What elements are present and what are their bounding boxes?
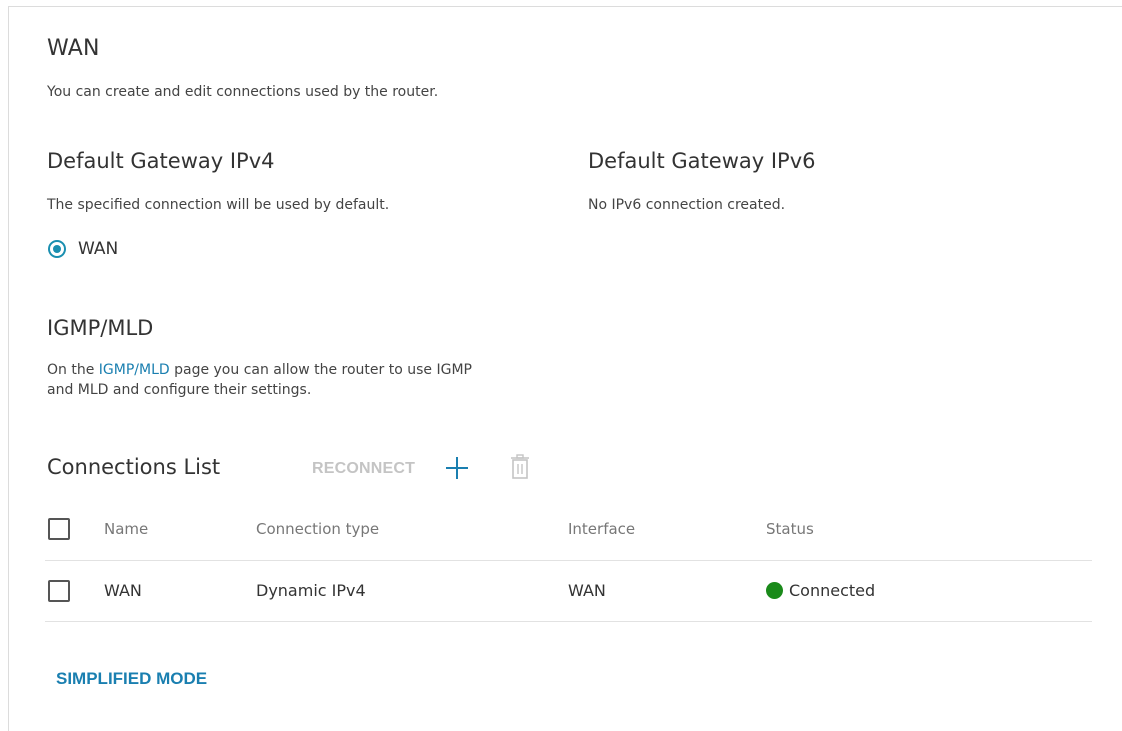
column-header-name: Name [104, 520, 149, 538]
simplified-mode-button[interactable]: SIMPLIFIED MODE [56, 669, 207, 689]
igmp-title: IGMP/MLD [47, 316, 154, 340]
add-connection-button[interactable] [445, 456, 469, 484]
connections-list-title: Connections List [47, 455, 221, 479]
page-description: You can create and edit connections used… [47, 84, 439, 100]
gateway-ipv4-option-label: WAN [78, 239, 119, 259]
row-name[interactable]: WAN [104, 581, 142, 600]
column-header-interface: Interface [568, 520, 636, 538]
gateway-ipv4-description: The specified connection will be used by… [47, 197, 390, 213]
column-header-status: Status [766, 520, 814, 538]
table-row-divider [45, 621, 1092, 622]
gateway-ipv6-description: No IPv6 connection created. [588, 197, 786, 213]
igmp-mld-link[interactable]: IGMP/MLD [99, 362, 170, 378]
igmp-text-line2: and MLD and configure their settings. [47, 382, 312, 398]
reconnect-button[interactable]: RECONNECT [312, 460, 415, 478]
row-status[interactable]: Connected [766, 580, 875, 600]
row-checkbox[interactable] [48, 580, 70, 602]
radio-selected-icon[interactable] [48, 240, 66, 258]
igmp-text-before: On the [47, 362, 99, 378]
row-status-label: Connected [789, 581, 876, 600]
gateway-ipv6-title: Default Gateway IPv6 [588, 149, 816, 173]
status-connected-icon [766, 582, 783, 599]
gateway-ipv4-title: Default Gateway IPv4 [47, 149, 275, 173]
table-divider [45, 560, 1092, 561]
igmp-description: On the IGMP/MLD page you can allow the r… [47, 360, 587, 400]
trash-icon [511, 454, 529, 479]
column-header-connection-type: Connection type [256, 520, 380, 538]
igmp-text-after: page you can allow the router to use IGM… [169, 362, 472, 378]
page-title: WAN [47, 36, 100, 61]
delete-connection-button[interactable] [510, 454, 530, 484]
plus-icon [446, 457, 468, 479]
select-all-checkbox[interactable] [48, 518, 70, 540]
gateway-ipv4-option-wan[interactable]: WAN [48, 239, 118, 259]
row-interface[interactable]: WAN [568, 581, 606, 600]
row-connection-type[interactable]: Dynamic IPv4 [256, 581, 366, 600]
